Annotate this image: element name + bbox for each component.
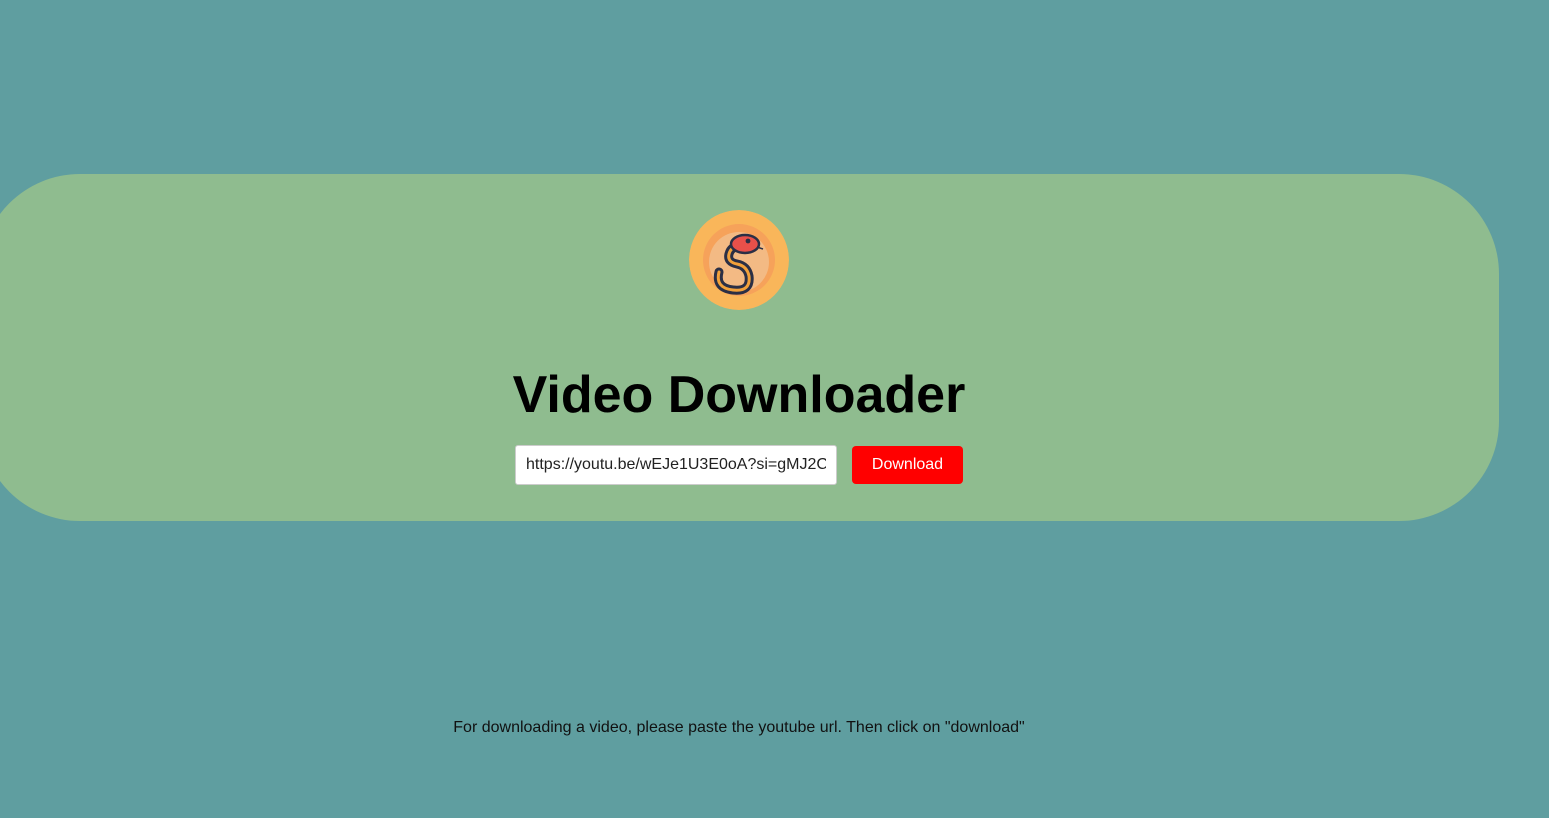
url-input[interactable] xyxy=(515,445,837,485)
instructions-text: For downloading a video, please paste th… xyxy=(453,719,1025,736)
page-title: Video Downloader xyxy=(512,366,966,424)
download-button[interactable]: Download xyxy=(852,446,963,484)
snake-logo-icon xyxy=(689,210,789,310)
